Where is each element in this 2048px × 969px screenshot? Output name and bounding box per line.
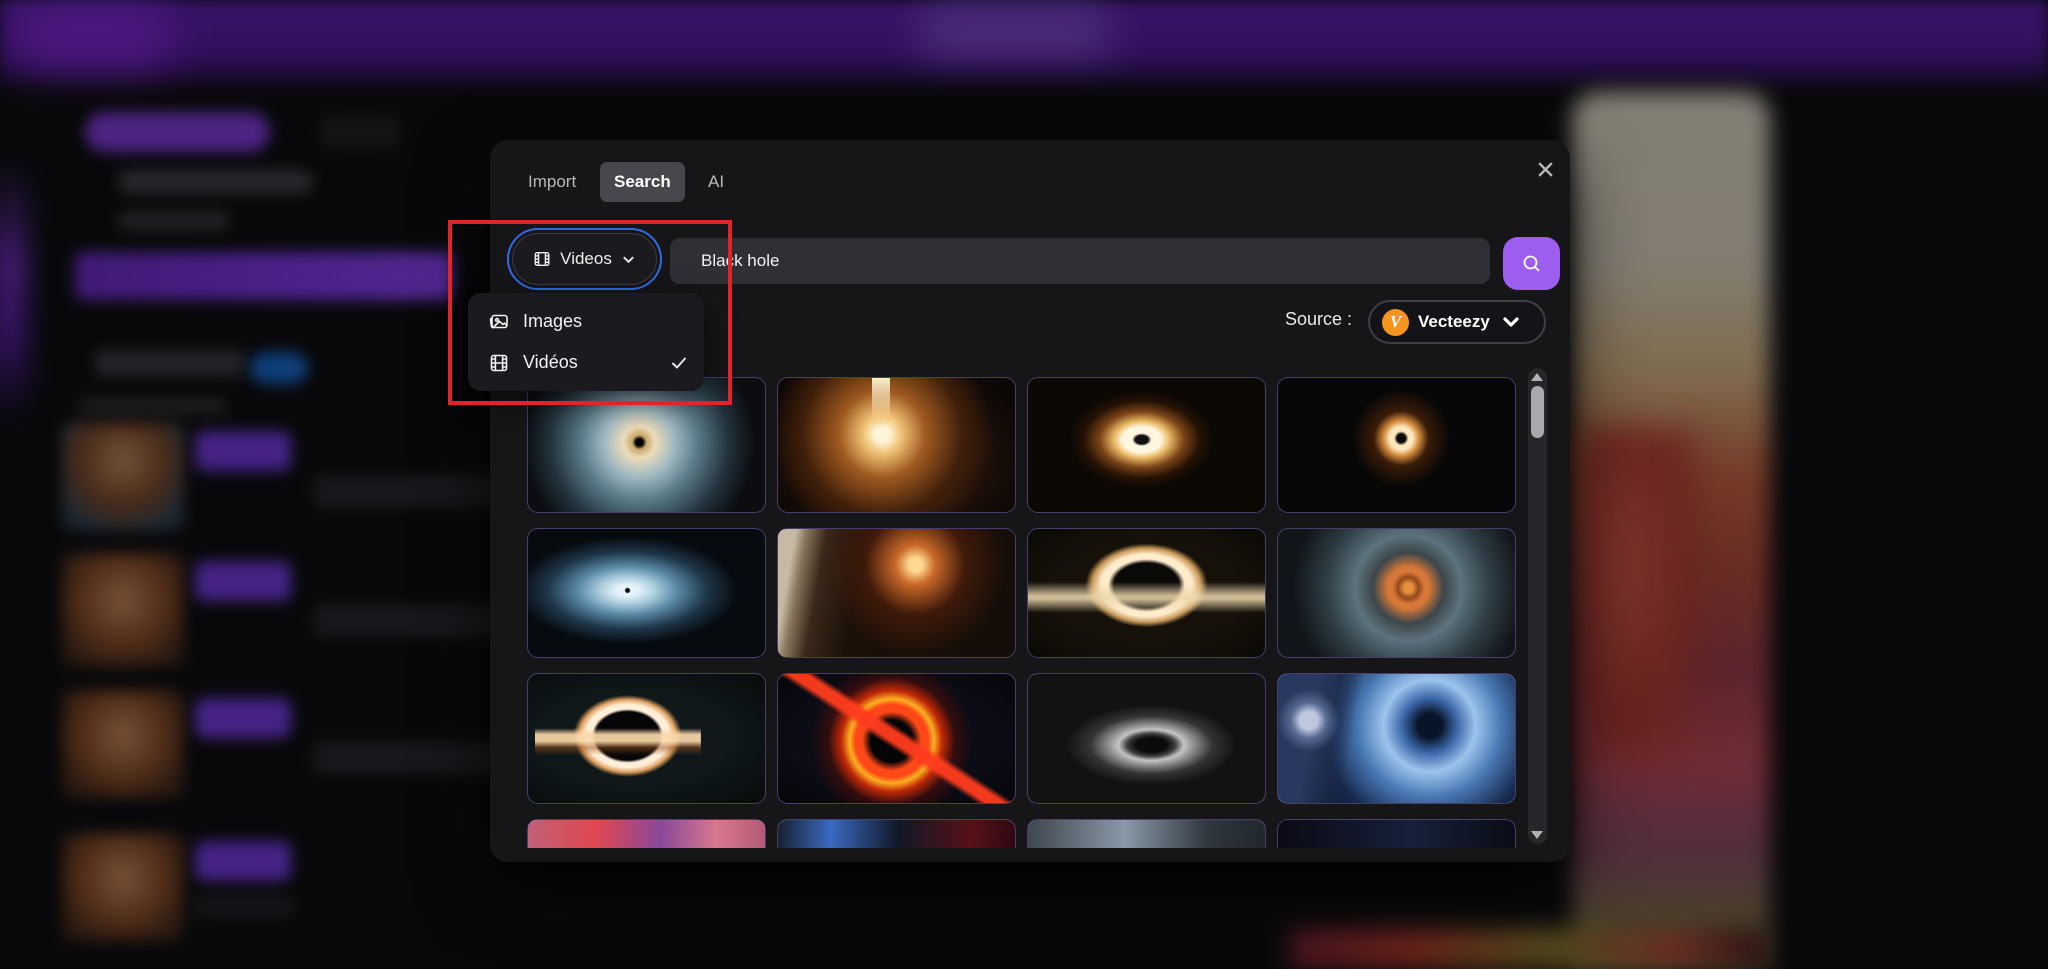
scroll-up-arrow-icon[interactable] (1531, 373, 1543, 381)
search-icon (1521, 253, 1543, 275)
menu-item-label: Vidéos (523, 352, 578, 373)
chevron-down-icon (1501, 312, 1521, 332)
result-thumbnail[interactable] (527, 673, 766, 804)
result-thumbnail[interactable] (1027, 528, 1266, 658)
result-thumbnail[interactable] (527, 528, 766, 658)
media-type-dropdown-button[interactable]: Videos (512, 233, 657, 285)
result-thumbnail[interactable] (1027, 673, 1266, 804)
result-thumbnail[interactable] (1277, 819, 1516, 848)
search-button[interactable] (1503, 237, 1560, 290)
scrollbar-thumb[interactable] (1531, 386, 1544, 438)
results-grid (527, 377, 1516, 848)
result-thumbnail[interactable] (527, 377, 766, 513)
tab-search[interactable]: Search (600, 162, 685, 202)
app-root: Import Search AI Videos Source : V Vecte… (0, 0, 2048, 969)
media-type-label: Videos (560, 249, 612, 269)
result-thumbnail[interactable] (1277, 528, 1516, 658)
source-dropdown[interactable]: V Vecteezy (1368, 300, 1546, 344)
result-thumbnail[interactable] (1277, 377, 1516, 513)
search-input[interactable] (670, 238, 1490, 284)
results-scrollbar[interactable] (1528, 368, 1547, 844)
result-thumbnail[interactable] (1027, 377, 1266, 513)
result-thumbnail[interactable] (1027, 819, 1266, 848)
result-thumbnail[interactable] (777, 528, 1016, 658)
result-thumbnail[interactable] (777, 673, 1016, 804)
images-icon (488, 311, 510, 333)
result-thumbnail[interactable] (777, 819, 1016, 848)
media-search-modal: Import Search AI Videos Source : V Vecte… (490, 140, 1570, 862)
check-icon (670, 354, 688, 372)
film-icon (533, 250, 551, 268)
source-label: Source : (1285, 309, 1352, 330)
scroll-down-arrow-icon[interactable] (1531, 831, 1543, 839)
result-thumbnail[interactable] (777, 377, 1016, 513)
source-selected-value: Vecteezy (1418, 312, 1490, 332)
close-icon[interactable] (1530, 154, 1560, 184)
vecteezy-logo-icon: V (1382, 309, 1409, 336)
menu-item-videos[interactable]: Vidéos (468, 342, 704, 383)
tab-ai[interactable]: AI (694, 162, 738, 202)
result-thumbnail[interactable] (1277, 673, 1516, 804)
menu-item-label: Images (523, 311, 582, 332)
media-type-menu: Images Vidéos (468, 293, 704, 391)
menu-item-images[interactable]: Images (468, 301, 704, 342)
chevron-down-icon (621, 252, 636, 267)
tab-import[interactable]: Import (514, 162, 590, 202)
film-icon (488, 352, 510, 374)
result-thumbnail[interactable] (527, 819, 766, 848)
